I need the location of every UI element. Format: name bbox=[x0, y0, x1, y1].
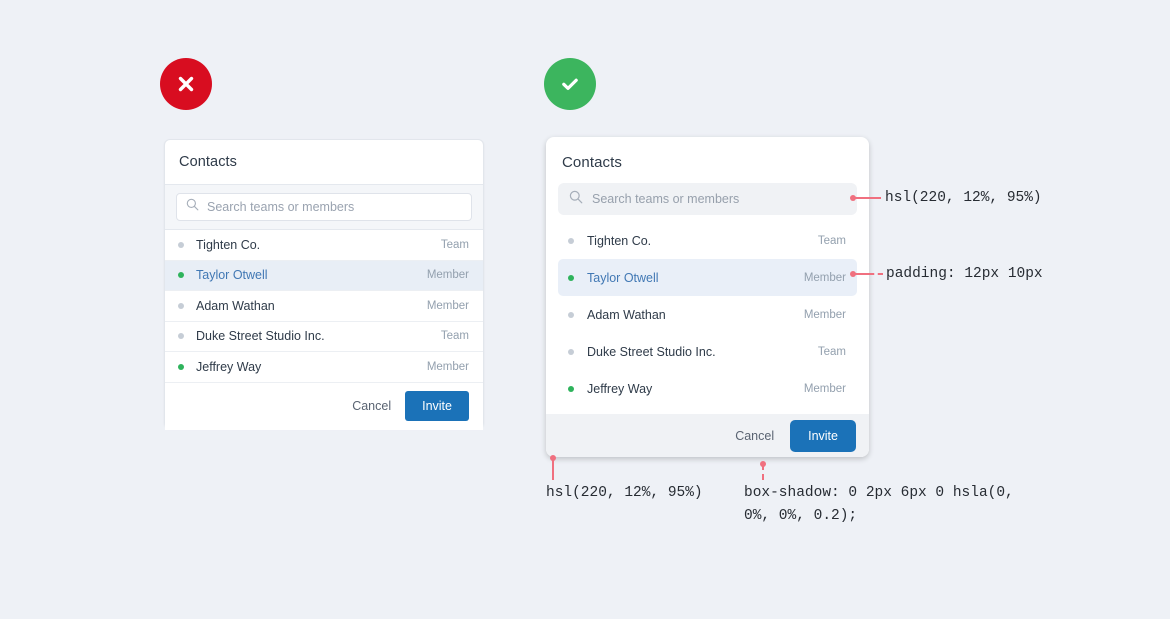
annotation-leader-line bbox=[853, 197, 881, 199]
comparison-stage: Contacts Search teams or members Tighten… bbox=[0, 0, 1170, 619]
contact-name: Tighten Co. bbox=[196, 237, 261, 252]
list-item[interactable]: Taylor Otwell Member bbox=[558, 259, 857, 296]
search-placeholder: Search teams or members bbox=[592, 192, 740, 206]
annotation-row-padding: padding: 12px 10px bbox=[886, 266, 1043, 282]
contacts-list: Tighten Co. Team Taylor Otwell Member Ad… bbox=[165, 230, 483, 383]
card-footer: Cancel Invite bbox=[165, 382, 483, 430]
contact-role: Member bbox=[426, 299, 469, 312]
list-item[interactable]: Adam Wathan Member bbox=[558, 296, 857, 333]
contact-name: Tighten Co. bbox=[587, 233, 652, 248]
contact-name: Duke Street Studio Inc. bbox=[196, 329, 325, 344]
search-icon bbox=[186, 198, 199, 216]
search-icon bbox=[569, 190, 583, 209]
status-dot-icon bbox=[568, 348, 574, 355]
contact-role: Team bbox=[817, 234, 846, 247]
contact-role: Team bbox=[440, 238, 469, 251]
search-input[interactable]: Search teams or members bbox=[176, 193, 472, 221]
good-example-badge bbox=[544, 58, 596, 110]
contact-role: Team bbox=[817, 345, 846, 358]
card-footer: Cancel Invite bbox=[546, 414, 869, 457]
status-dot-icon bbox=[568, 274, 574, 281]
status-dot-icon bbox=[568, 311, 574, 318]
search-band: Search teams or members bbox=[165, 185, 483, 230]
annotation-leader-line-dashed bbox=[762, 464, 764, 480]
list-item[interactable]: Duke Street Studio Inc. Team bbox=[165, 321, 483, 352]
card-title: Contacts bbox=[179, 154, 238, 170]
search-input[interactable]: Search teams or members bbox=[558, 183, 857, 215]
contacts-list: Tighten Co. Team Taylor Otwell Member Ad… bbox=[558, 222, 857, 407]
list-item[interactable]: Duke Street Studio Inc. Team bbox=[558, 333, 857, 370]
status-dot-icon bbox=[178, 241, 184, 248]
annotation-leader-line-dashed bbox=[869, 273, 883, 275]
status-dot-icon bbox=[568, 237, 574, 244]
contacts-card-bad-example: Contacts Search teams or members Tighten… bbox=[164, 139, 484, 430]
card-header: Contacts bbox=[558, 137, 857, 183]
annotation-leader-line bbox=[853, 273, 869, 275]
contact-name: Duke Street Studio Inc. bbox=[587, 344, 716, 359]
bad-example-badge bbox=[160, 58, 212, 110]
list-item[interactable]: Taylor Otwell Member bbox=[165, 260, 483, 291]
contact-role: Team bbox=[440, 330, 469, 343]
contact-name: Jeffrey Way bbox=[196, 359, 262, 374]
contact-role: Member bbox=[803, 382, 846, 395]
card-header: Contacts bbox=[165, 140, 483, 185]
status-dot-icon bbox=[178, 363, 184, 370]
list-item[interactable]: Jeffrey Way Member bbox=[558, 370, 857, 407]
status-dot-icon bbox=[568, 385, 574, 392]
list-item[interactable]: Jeffrey Way Member bbox=[165, 352, 483, 383]
contact-role: Member bbox=[426, 360, 469, 373]
invite-button[interactable]: Invite bbox=[790, 419, 856, 452]
contact-name: Taylor Otwell bbox=[196, 268, 268, 283]
contact-name: Taylor Otwell bbox=[587, 270, 659, 285]
list-item[interactable]: Tighten Co. Team bbox=[165, 230, 483, 261]
contact-role: Member bbox=[803, 308, 846, 321]
close-icon bbox=[175, 73, 197, 95]
contacts-card-good-example: Contacts Search teams or members Tighten… bbox=[546, 137, 869, 457]
status-dot-icon bbox=[178, 333, 184, 340]
card-body: Contacts Search teams or members Tighten… bbox=[546, 137, 869, 407]
card-title: Contacts bbox=[562, 154, 622, 171]
check-icon bbox=[558, 72, 582, 96]
annotation-search-background: hsl(220, 12%, 95%) bbox=[885, 190, 1042, 206]
contact-name: Jeffrey Way bbox=[587, 381, 653, 396]
invite-button[interactable]: Invite bbox=[405, 391, 469, 421]
contact-name: Adam Wathan bbox=[196, 298, 275, 313]
annotation-footer-background: hsl(220, 12%, 95%) bbox=[546, 485, 703, 501]
status-dot-icon bbox=[178, 302, 184, 309]
list-item[interactable]: Tighten Co. Team bbox=[558, 222, 857, 259]
contact-name: Adam Wathan bbox=[587, 307, 666, 322]
contact-role: Member bbox=[426, 269, 469, 282]
annotation-card-shadow: box-shadow: 0 2px 6px 0 hsla(0, 0%, 0%, … bbox=[744, 485, 1014, 524]
status-dot-icon bbox=[178, 272, 184, 279]
list-item[interactable]: Adam Wathan Member bbox=[165, 291, 483, 322]
cancel-button[interactable]: Cancel bbox=[352, 399, 391, 413]
annotation-leader-line bbox=[552, 458, 554, 480]
search-placeholder: Search teams or members bbox=[207, 200, 355, 214]
contact-role: Member bbox=[803, 271, 846, 284]
cancel-button[interactable]: Cancel bbox=[735, 429, 774, 443]
